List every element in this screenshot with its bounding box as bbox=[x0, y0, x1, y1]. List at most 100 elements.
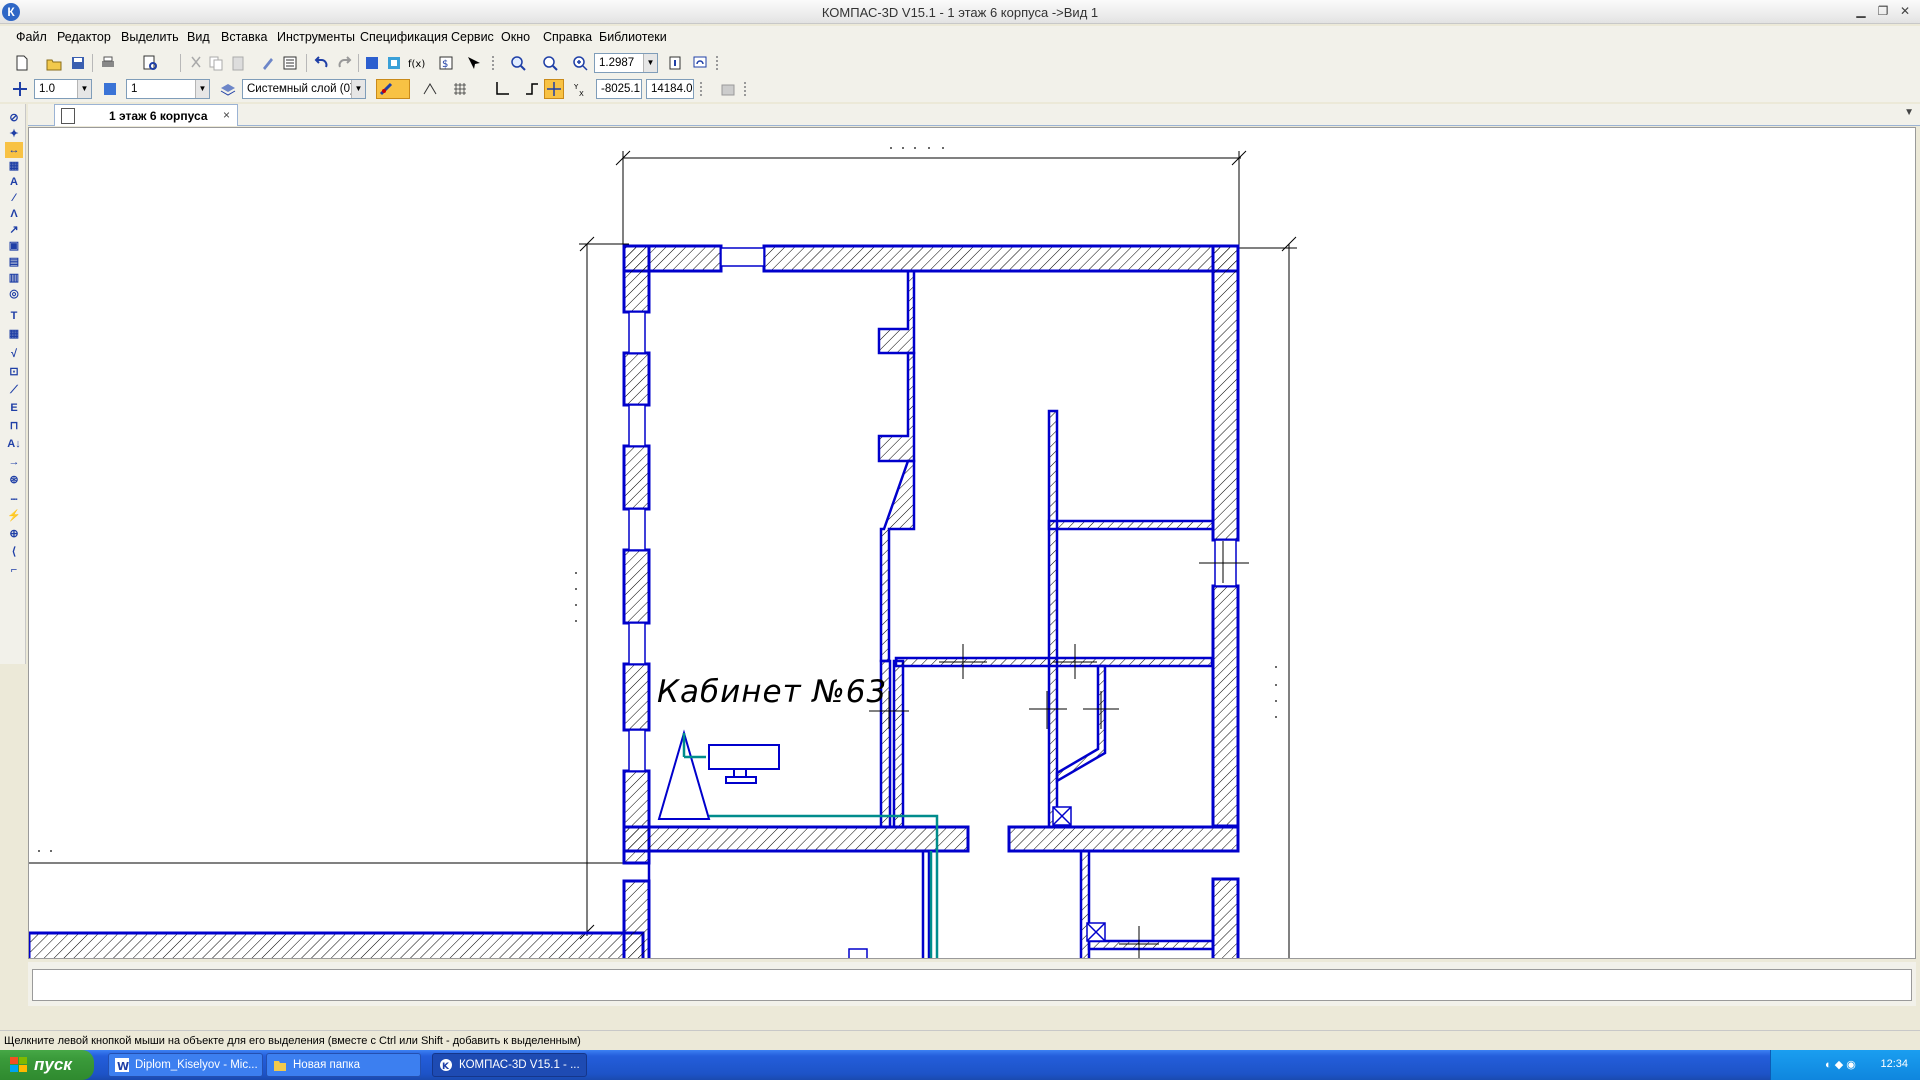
select-icon[interactable]: ▣ bbox=[5, 238, 23, 254]
menu-view[interactable]: Вид bbox=[187, 30, 210, 44]
bracket-icon[interactable]: ⌐ bbox=[5, 562, 23, 578]
chevron-down-icon[interactable]: ▼ bbox=[351, 80, 365, 98]
measure-tool-icon[interactable]: ↗ bbox=[5, 222, 23, 238]
door-cross-marks bbox=[869, 541, 1249, 958]
close-window-button[interactable]: ✕ bbox=[1896, 4, 1914, 20]
help-pointer-icon[interactable] bbox=[464, 53, 484, 73]
tray-icons[interactable]: ◐ ◆ ◉ bbox=[1825, 1058, 1856, 1071]
preview-icon[interactable] bbox=[140, 53, 160, 73]
print-icon[interactable] bbox=[98, 53, 118, 73]
hatch-icon[interactable]: ▦ bbox=[5, 158, 23, 174]
refresh-view-icon[interactable] bbox=[690, 53, 710, 73]
current-view-icon[interactable] bbox=[100, 79, 120, 99]
wave-line-icon[interactable]: ⚡ bbox=[5, 508, 23, 524]
geometry-icon[interactable]: ⊘ bbox=[5, 110, 23, 126]
coord-y-field[interactable]: 14184.0 bbox=[646, 79, 694, 99]
redo-icon[interactable] bbox=[334, 53, 354, 73]
undo-icon[interactable] bbox=[312, 53, 332, 73]
dimensions-icon[interactable]: ↔ bbox=[5, 142, 23, 158]
grid-icon[interactable] bbox=[450, 79, 470, 99]
coord-x-field[interactable]: -8025.1 bbox=[596, 79, 642, 99]
center-mark-icon[interactable]: ⊕ bbox=[5, 526, 23, 542]
mark-icon[interactable]: ⊛ bbox=[5, 472, 23, 488]
chevron-down-icon[interactable]: ▼ bbox=[77, 80, 91, 98]
task-kompas[interactable]: K КОМПАС-3D V15.1 - ... bbox=[432, 1053, 587, 1077]
menu-window[interactable]: Окно bbox=[501, 30, 530, 44]
local-snap-icon[interactable] bbox=[420, 79, 440, 99]
start-button[interactable]: пуск bbox=[0, 1050, 94, 1080]
cut-icon[interactable] bbox=[186, 53, 206, 73]
document-tab[interactable]: 1 этаж 6 корпуса × bbox=[54, 104, 238, 126]
chevron-down-icon[interactable]: ▼ bbox=[643, 54, 657, 72]
menu-editor[interactable]: Редактор bbox=[57, 30, 111, 44]
menu-help[interactable]: Справка bbox=[543, 30, 592, 44]
zoom-in-icon[interactable] bbox=[570, 53, 590, 73]
zoom-window-icon[interactable] bbox=[508, 53, 528, 73]
view-manager-icon[interactable] bbox=[362, 53, 382, 73]
axis-line-icon[interactable]: ┄ bbox=[5, 492, 23, 508]
variables-fx-icon[interactable]: f(x) bbox=[406, 53, 426, 73]
open-folder-icon[interactable] bbox=[44, 53, 64, 73]
zoom-all-icon[interactable] bbox=[540, 53, 560, 73]
point-icon[interactable]: ✦ bbox=[5, 126, 23, 142]
spec-icon[interactable]: ▤ bbox=[5, 254, 23, 270]
render-icon[interactable] bbox=[718, 79, 738, 99]
paste-icon[interactable] bbox=[228, 53, 248, 73]
clock[interactable]: 12:34 bbox=[1880, 1058, 1908, 1070]
roughness-icon[interactable]: √ bbox=[5, 346, 23, 362]
fit-page-icon[interactable] bbox=[666, 53, 686, 73]
snap-toggle-icon[interactable] bbox=[376, 79, 410, 99]
parametrization-icon[interactable]: Λ bbox=[5, 206, 23, 222]
report-icon[interactable]: ▥ bbox=[5, 270, 23, 286]
manager-icon[interactable] bbox=[280, 53, 300, 73]
tab-list-icon[interactable]: ▼ bbox=[1904, 107, 1914, 118]
room-label-text[interactable]: Кабинет №63 bbox=[657, 674, 887, 710]
position-leader-icon[interactable]: E bbox=[5, 400, 23, 416]
leader-icon[interactable]: ⟋ bbox=[5, 382, 23, 398]
associative-view-icon[interactable]: ◎ bbox=[5, 286, 23, 302]
menu-libraries[interactable]: Библиотеки bbox=[599, 30, 667, 44]
task-word[interactable]: W Diplom_Kiselyov - Mic... bbox=[108, 1053, 263, 1077]
task-folder[interactable]: Новая папка bbox=[266, 1053, 421, 1077]
menu-tools[interactable]: Инструменты bbox=[277, 30, 355, 44]
base-icon[interactable]: ⊡ bbox=[5, 364, 23, 380]
step-cursor-icon[interactable] bbox=[10, 79, 30, 99]
floor-plan-drawing bbox=[29, 147, 1297, 958]
table-tool-icon[interactable]: ▦ bbox=[5, 326, 23, 342]
libraries-icon[interactable] bbox=[384, 53, 404, 73]
properties-brush-icon[interactable] bbox=[258, 53, 278, 73]
view-arrow-icon[interactable]: A↓ bbox=[5, 436, 23, 452]
designations-icon[interactable]: A bbox=[5, 174, 23, 190]
cursor-coords-icon[interactable] bbox=[544, 79, 564, 99]
copy-icon[interactable] bbox=[206, 53, 226, 73]
new-document-icon[interactable] bbox=[12, 53, 32, 73]
menu-insert[interactable]: Вставка bbox=[221, 30, 267, 44]
minimize-button[interactable]: ▁ bbox=[1852, 4, 1870, 20]
menu-service[interactable]: Сервис bbox=[451, 30, 494, 44]
text-tool-icon[interactable]: T bbox=[5, 308, 23, 324]
menu-specification[interactable]: Спецификация bbox=[360, 30, 448, 44]
svg-text:W: W bbox=[117, 1060, 129, 1072]
chevron-down-icon[interactable]: ▼ bbox=[195, 80, 209, 98]
local-cs-icon[interactable] bbox=[492, 79, 512, 99]
save-icon[interactable] bbox=[68, 53, 88, 73]
properties-input-area[interactable] bbox=[32, 969, 1912, 1001]
edit-icon[interactable]: ⁄ bbox=[5, 190, 23, 206]
menu-select[interactable]: Выделить bbox=[121, 30, 179, 44]
close-tab-icon[interactable]: × bbox=[223, 108, 230, 122]
measure-icon[interactable]: $ bbox=[436, 53, 456, 73]
line-scale-combo[interactable]: 1.0 ▼ bbox=[34, 79, 92, 99]
restore-button[interactable]: ❐ bbox=[1874, 4, 1892, 20]
layer-value: Системный слой (0) bbox=[247, 83, 354, 95]
layers-icon[interactable] bbox=[218, 79, 238, 99]
layer-combo[interactable]: Системный слой (0) ▼ bbox=[242, 79, 366, 99]
view-number-combo[interactable]: 1 ▼ bbox=[126, 79, 210, 99]
section-icon[interactable]: ⊓ bbox=[5, 418, 23, 434]
zoom-combo[interactable]: 1.2987 ▼ bbox=[594, 53, 658, 73]
menu-file[interactable]: Файл bbox=[16, 30, 47, 44]
drawing-canvas[interactable]: Кабинет №63 bbox=[28, 127, 1916, 959]
arrow-icon[interactable]: → bbox=[5, 454, 23, 470]
ortho-mode-icon[interactable] bbox=[522, 79, 542, 99]
svg-text:K: K bbox=[442, 1062, 450, 1072]
break-line-icon[interactable]: ⟨ bbox=[5, 544, 23, 560]
